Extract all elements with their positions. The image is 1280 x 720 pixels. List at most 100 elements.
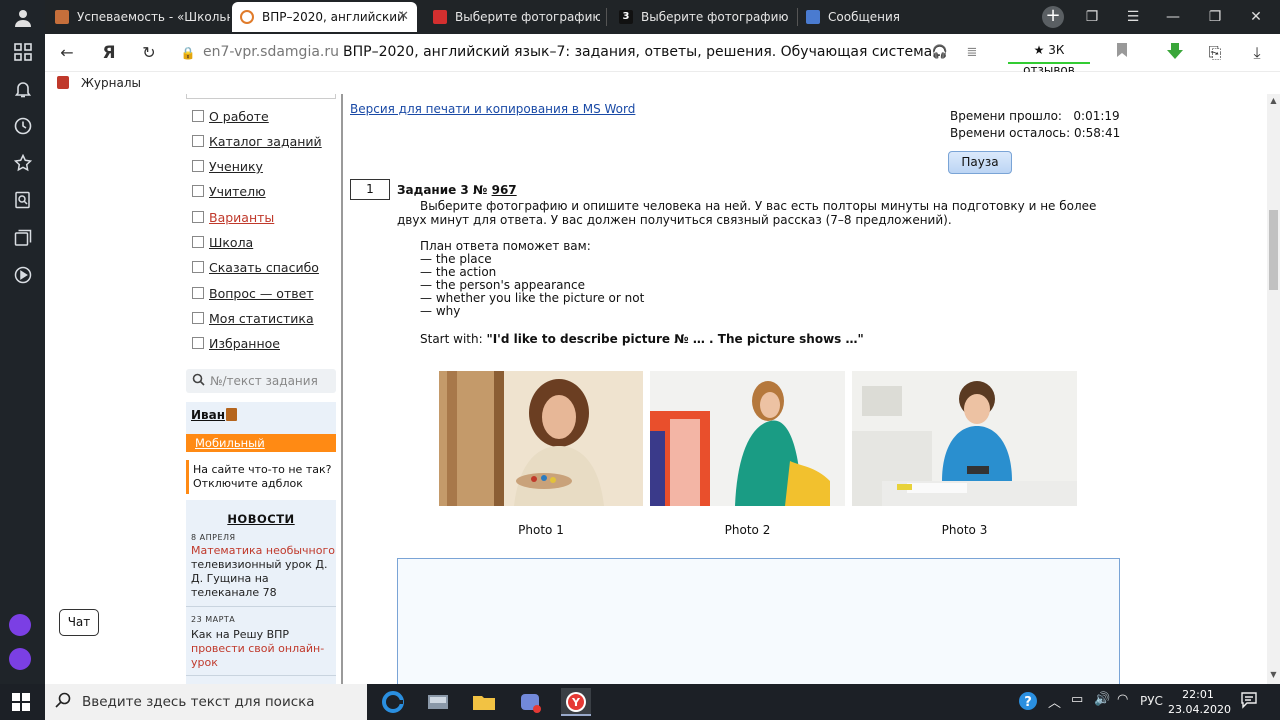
windows-start-icon[interactable] (12, 693, 30, 711)
search-icon (55, 692, 71, 712)
search-placeholder: №/текст задания (210, 374, 318, 388)
new-tab-button[interactable]: + (1042, 6, 1064, 28)
menu-favorites[interactable]: Избранное (192, 336, 280, 354)
menu-about[interactable]: О работе (192, 109, 269, 127)
taskbar-clock[interactable]: 22:01 23.04.2020 (1168, 687, 1231, 717)
download-arrow-icon[interactable] (1164, 42, 1186, 64)
bookmarks-star-icon[interactable] (12, 153, 34, 176)
address-bar: ← Я ↻ 🔒 en7-vpr.sdamgia.ru ВПР–2020, анг… (45, 34, 1280, 77)
task-id-link[interactable]: 967 (492, 183, 517, 197)
menu-say-thanks[interactable]: Сказать спасибо (192, 260, 319, 278)
close-tab-icon[interactable]: ✕ (398, 2, 409, 32)
minimize-icon[interactable]: — (1162, 6, 1184, 28)
scroll-up-icon[interactable]: ▲ (1267, 96, 1280, 105)
tabs-menu-icon[interactable]: ❐ (1081, 6, 1103, 28)
photo-2-image[interactable] (650, 371, 845, 506)
network-icon[interactable]: ◠ (1117, 692, 1128, 707)
discord-app-icon[interactable] (515, 688, 545, 716)
news-heading[interactable]: НОВОСТИ (186, 512, 336, 526)
alice-voice-icon[interactable] (9, 648, 31, 670)
task-text: Выберите фотографию и опишите человека н… (397, 199, 1097, 227)
taskbar-search-placeholder: Введите здесь текст для поиска (82, 694, 315, 710)
user-name-link[interactable]: Иван (191, 408, 225, 422)
tab-title: ВПР–2020, английский (262, 10, 405, 24)
news-item[interactable]: Как на Решу ВПР провести свой онлайн-уро… (191, 628, 335, 670)
messages-favicon-icon (806, 10, 820, 24)
tab-title: Сообщения (828, 10, 901, 24)
yandex-logo-icon[interactable]: Я (98, 42, 120, 64)
reviews-badge[interactable]: ★ 3К отзывов (1008, 40, 1090, 77)
user-box: Иван (186, 402, 336, 434)
edge-browser-icon[interactable] (378, 688, 408, 716)
notifications-bell-icon[interactable] (12, 80, 34, 102)
journal-bookmark-icon (57, 76, 69, 89)
time-left: Времени осталось: 0:58:41 (950, 126, 1121, 140)
photo-3-image[interactable] (852, 371, 1077, 506)
reader-mode-icon[interactable]: ≣ (961, 42, 983, 64)
photo-1-image[interactable] (439, 371, 643, 506)
tab-photo-choice-2[interactable]: 3 Выберите фотографию и (611, 2, 791, 32)
services-grid-icon[interactable] (12, 43, 34, 65)
tray-chevron-up-icon[interactable]: ︿ (1048, 692, 1061, 711)
bookmark-flag-icon[interactable] (1111, 42, 1133, 64)
tab-vpr-english[interactable]: ВПР–2020, английский ✕ (232, 2, 417, 32)
scrollbar-thumb[interactable] (1269, 210, 1278, 290)
menu-faq[interactable]: Вопрос — ответ (192, 286, 314, 304)
menu-task-catalog[interactable]: Каталог заданий (192, 134, 322, 152)
print-version-link[interactable]: Версия для печати и копирования в MS Wor… (350, 102, 635, 116)
reload-icon[interactable]: ↻ (138, 42, 160, 64)
downloads-icon[interactable]: ⤓ (1246, 42, 1268, 64)
browser-side-panel (0, 0, 45, 684)
clipboard-icon[interactable]: ⎘ (1204, 42, 1226, 64)
headphones-icon[interactable]: 🎧 (929, 42, 951, 64)
history-clock-icon[interactable] (12, 117, 34, 139)
file-explorer-app-icon[interactable] (423, 688, 453, 716)
restore-icon[interactable]: ❐ (1204, 6, 1226, 28)
image-search-icon[interactable] (12, 191, 34, 213)
chat-button[interactable]: Чат (59, 609, 99, 636)
page-scrollbar[interactable]: ▲ ▼ (1267, 94, 1280, 684)
profile-icon[interactable] (12, 8, 34, 30)
tab-title: Выберите фотографию и (455, 10, 600, 24)
bookmarks-bar: Журналы (45, 72, 1280, 94)
video-play-icon[interactable] (12, 266, 34, 288)
tab-photo-choice-1[interactable]: Выберите фотографию и (425, 2, 600, 32)
news-item[interactable]: Математика необычного телевизионный урок… (191, 544, 335, 600)
menu-student[interactable]: Ученику (192, 159, 263, 177)
notifications-icon[interactable] (1240, 691, 1258, 713)
taskbar-search-input[interactable]: Введите здесь текст для поиска (45, 684, 367, 720)
language-indicator[interactable]: РУС (1140, 694, 1163, 708)
photo-3-caption: Photo 3 (941, 523, 988, 537)
start-with-line: Start with: "I'd like to describe pictur… (420, 332, 864, 346)
menu-hamburger-icon[interactable]: ☰ (1122, 6, 1144, 28)
help-icon[interactable]: ? (1018, 691, 1038, 715)
scroll-down-icon[interactable]: ▼ (1267, 670, 1280, 679)
page-title[interactable]: ВПР–2020, английский язык–7: задания, от… (343, 44, 946, 60)
folder-icon[interactable] (469, 688, 499, 716)
menu-my-stats[interactable]: Моя статистика (192, 311, 314, 329)
bookmark-journals[interactable]: Журналы (81, 76, 141, 90)
sdamgia-favicon-icon (240, 10, 254, 24)
journal-favicon-icon (55, 10, 69, 24)
logout-door-icon[interactable] (226, 408, 237, 421)
tab-uspevaemost[interactable]: Успеваемость - «Школьн (47, 2, 230, 32)
url-host[interactable]: en7-vpr.sdamgia.ru (203, 44, 339, 60)
menu-variants[interactable]: Варианты (192, 210, 274, 228)
page-content: О работе Каталог заданий Ученику Учителю… (45, 94, 1267, 684)
pause-button[interactable]: Пауза (948, 151, 1012, 174)
adblock-notice: На сайте что-то не так? Отключите адблок (186, 460, 336, 494)
tab-messages[interactable]: Сообщения (798, 2, 978, 32)
answer-textarea[interactable] (397, 558, 1120, 684)
menu-teacher[interactable]: Учителю (192, 184, 266, 202)
volume-icon[interactable]: 🔊 (1094, 692, 1110, 707)
alice-assistant-icon[interactable] (9, 614, 31, 636)
battery-icon[interactable]: ▭ (1071, 692, 1083, 707)
close-window-icon[interactable]: ✕ (1245, 6, 1267, 28)
menu-school[interactable]: Школа (192, 235, 253, 253)
lock-icon[interactable]: 🔒 (177, 42, 199, 64)
yandex-browser-app-icon[interactable]: Y (561, 688, 591, 716)
back-arrow-icon[interactable]: ← (56, 42, 78, 64)
mobile-reference-link[interactable]: Мобильный справочник (186, 434, 336, 464)
collections-icon[interactable] (12, 229, 34, 251)
task-search-input[interactable]: №/текст задания (186, 369, 336, 393)
